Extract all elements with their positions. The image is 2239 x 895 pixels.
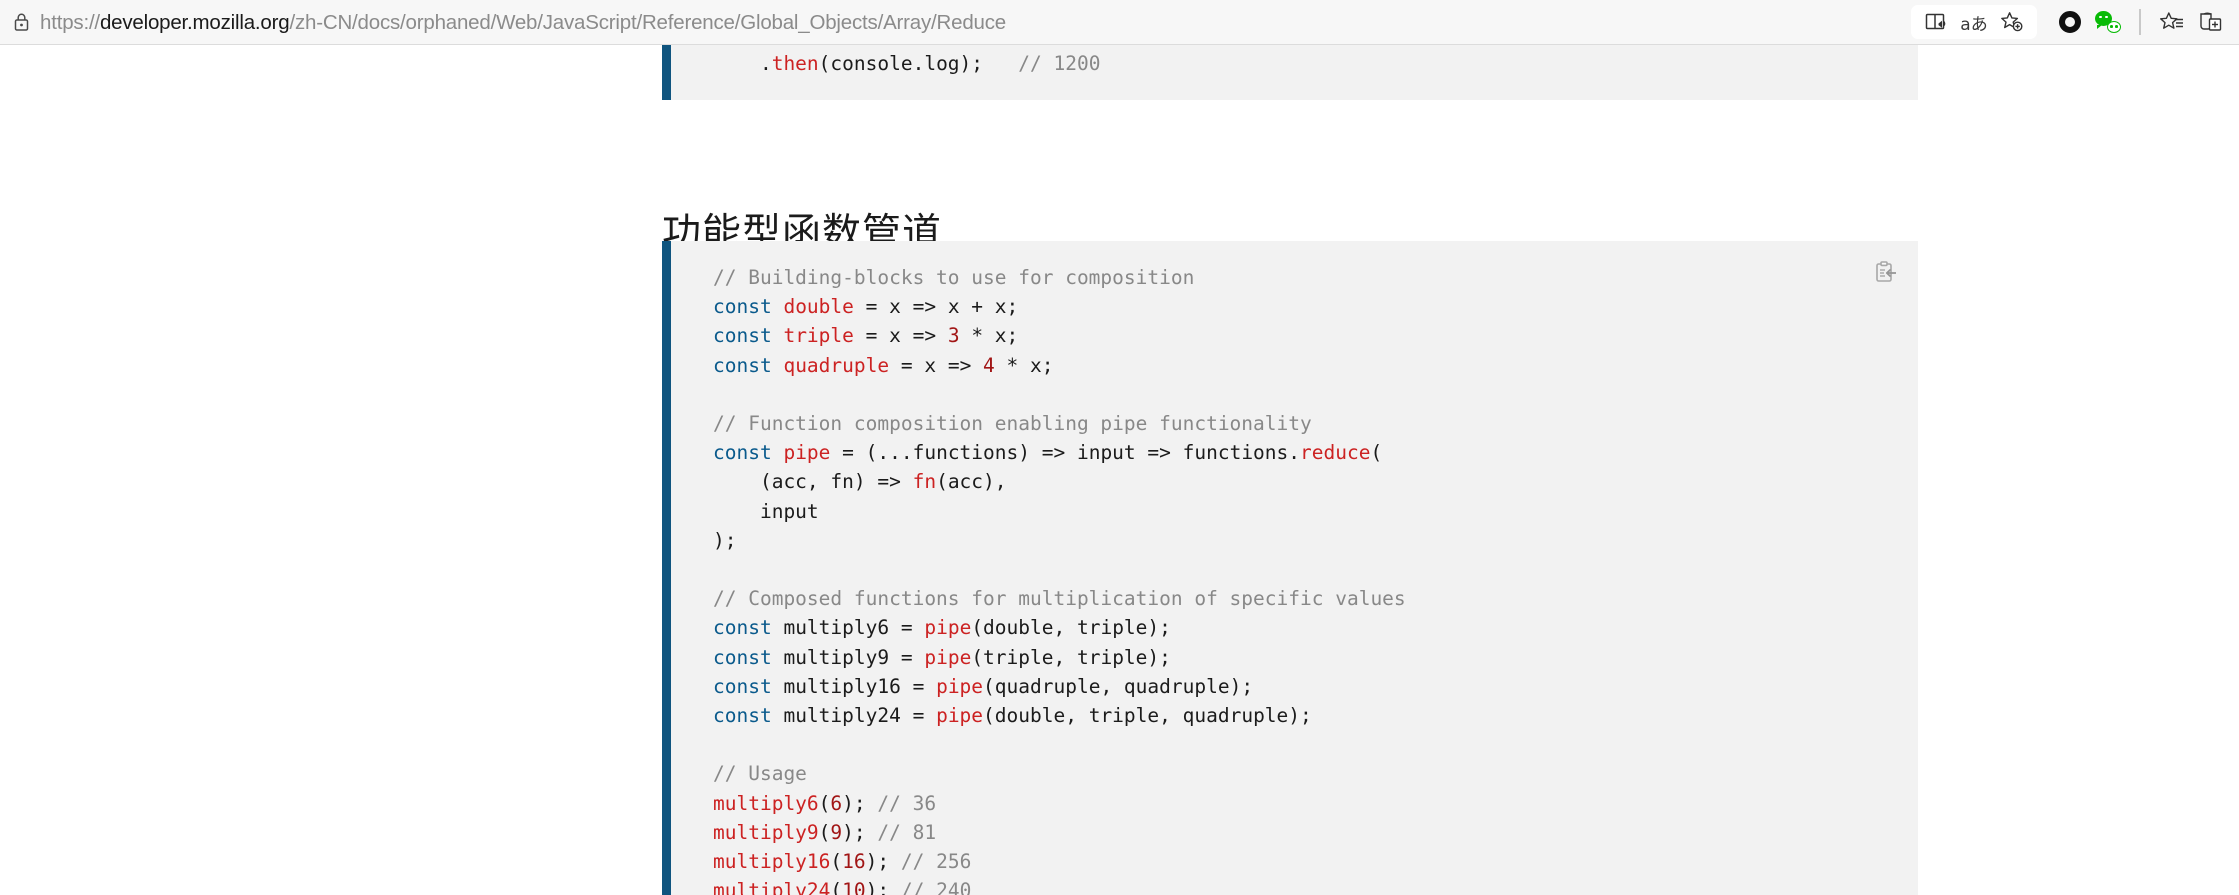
code-token: ); (713, 528, 737, 552)
code-token: . (713, 52, 772, 75)
address-bar[interactable]: https://developer.mozilla.org/zh-CN/docs… (0, 0, 1911, 45)
code-token: (acc, fn) => (713, 470, 913, 494)
code-token: ( (830, 850, 843, 874)
code-token: multiply16 (713, 850, 831, 874)
code-content-pipeline[interactable]: // Building-blocks to use for compositio… (671, 241, 1918, 895)
code-token: ( (818, 791, 831, 815)
code-token: ( (818, 820, 831, 844)
code-content-previous[interactable]: .then(console.log); // 1200 (671, 45, 1918, 78)
code-token: multiply16 = (783, 674, 937, 698)
code-token: 4 (983, 353, 995, 377)
code-token: 6 (830, 791, 843, 815)
code-block-previous: .then(console.log); // 1200 (662, 45, 1918, 100)
code-token: = x => (889, 353, 984, 377)
code-token: ); (865, 850, 901, 874)
translate-icon[interactable]: aあ (1955, 5, 1993, 39)
code-token: reduce (1300, 441, 1371, 465)
code-token: (double, triple, quadruple); (983, 704, 1312, 728)
code-token: double (783, 295, 854, 319)
code-token: ( (830, 879, 843, 895)
code-token: ); (865, 879, 901, 895)
code-token: pipe (924, 645, 972, 669)
code-token: pipe (924, 616, 972, 640)
code-token: ); (842, 791, 878, 815)
copy-to-clipboard-icon[interactable] (1872, 259, 1898, 285)
code-token: ); (842, 820, 878, 844)
code-token: pipe (783, 441, 831, 465)
code-token: // Building-blocks to use for compositio… (713, 266, 1195, 289)
code-token: multiply6 (713, 791, 819, 815)
code-token: = (...functions) => input => functions. (830, 441, 1301, 465)
code-token: 9 (830, 820, 843, 844)
code-token: * x; (959, 324, 1019, 348)
code-token: multiply9 (713, 820, 819, 844)
extension-circle-icon[interactable] (2051, 5, 2089, 39)
translate-glyph: aあ (1960, 14, 1988, 35)
code-token: // Function composition enabling pipe fu… (713, 412, 1312, 436)
code-token: then (771, 52, 819, 75)
favorites-star-list-icon[interactable] (2153, 5, 2191, 39)
code-token: // 81 (877, 820, 937, 844)
immersive-reader-icon[interactable] (1917, 5, 1955, 39)
code-token: // 36 (877, 791, 937, 815)
code-token: 16 (842, 850, 866, 874)
code-token: multiply24 (713, 879, 831, 895)
add-favorite-star-icon[interactable] (1993, 5, 2031, 39)
code-token: // Usage (713, 762, 807, 786)
extension-circle-glyph (2059, 11, 2081, 33)
code-block-pipeline: // Building-blocks to use for compositio… (662, 241, 1918, 895)
code-token: (quadruple, quadruple); (983, 674, 1254, 698)
code-token: multiply9 = (783, 645, 925, 669)
url-host: developer.mozilla.org (99, 10, 290, 34)
code-token: const (713, 704, 784, 728)
code-token: const (713, 616, 784, 640)
code-token: // Composed functions for multiplication… (713, 587, 1406, 611)
code-token: pipe (936, 674, 984, 698)
code-token: multiply6 = (783, 616, 925, 640)
code-token: 10 (842, 879, 866, 895)
code-token: const (713, 441, 784, 465)
page-viewport: .then(console.log); // 1200 功能型函数管道 // B… (0, 45, 2239, 895)
code-token: quadruple (783, 353, 890, 377)
code-token: multiply24 = (783, 704, 937, 728)
url-text[interactable]: https://developer.mozilla.org/zh-CN/docs… (40, 0, 1006, 45)
wechat-icon[interactable] (2089, 5, 2127, 39)
code-token: const (713, 295, 784, 319)
toolbar-separator (2139, 9, 2141, 35)
url-path: /zh-CN/docs/orphaned/Web/JavaScript/Refe… (289, 10, 1007, 34)
code-token: // 240 (900, 879, 972, 895)
lock-icon[interactable] (8, 9, 34, 35)
url-scheme: https:// (40, 10, 100, 34)
code-token: pipe (936, 704, 984, 728)
code-token: const (713, 645, 784, 669)
code-token: = x => (853, 324, 948, 348)
code-token: const (713, 674, 784, 698)
code-token: * x; (994, 353, 1054, 377)
code-token: // 1200 (1018, 52, 1101, 75)
code-token: (console.log); (818, 52, 1019, 75)
code-token: (triple, triple); (971, 645, 1171, 669)
wechat-glyph (2095, 11, 2121, 33)
code-token: (double, triple); (971, 616, 1171, 640)
code-token: // 256 (900, 850, 972, 874)
toolbar-actions: aあ (1911, 0, 2239, 45)
collections-icon[interactable] (2191, 5, 2229, 39)
code-token: 3 (947, 324, 960, 348)
code-token: (acc), (936, 470, 1007, 494)
code-token: const (713, 353, 784, 377)
code-token: input (713, 499, 819, 523)
browser-toolbar: https://developer.mozilla.org/zh-CN/docs… (0, 0, 2239, 45)
code-token: const (713, 324, 784, 348)
code-token: fn (912, 470, 937, 494)
code-token: = x => x + x; (853, 295, 1019, 319)
reading-tools-group: aあ (1911, 5, 2037, 39)
code-token: ( (1370, 441, 1383, 465)
code-token: triple (783, 324, 854, 348)
